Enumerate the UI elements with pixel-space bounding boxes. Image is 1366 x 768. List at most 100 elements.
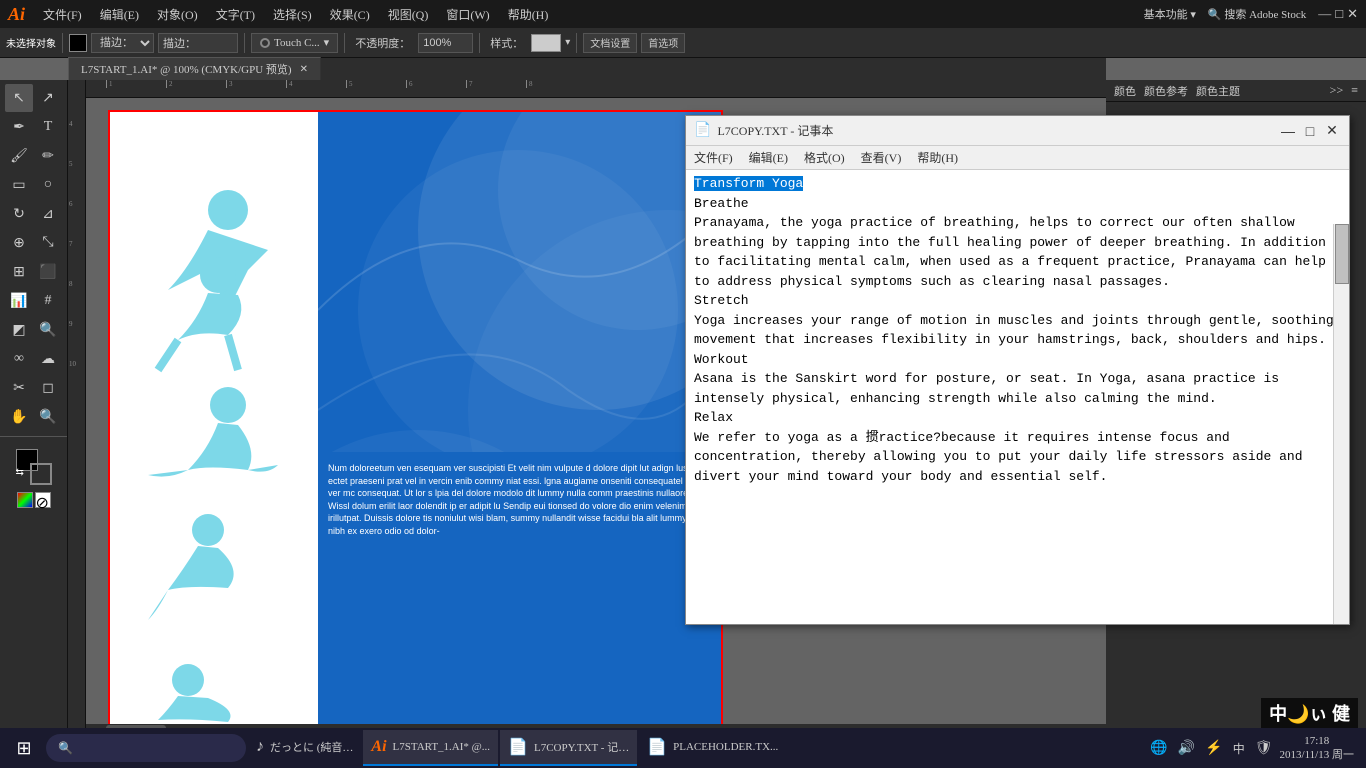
taskbar-notepad2[interactable]: 📄 PLACEHOLDER.TX... [639,730,786,766]
notepad2-label: PLACEHOLDER.TX... [673,741,778,753]
tray-time[interactable]: 17:18 2013/11/13 周一 [1280,734,1354,763]
tab-close-btn[interactable]: ✕ [300,64,308,75]
pen-tool[interactable]: ✒ [5,113,33,141]
divider2 [244,33,245,53]
scale-tool[interactable]: ⊿ [34,200,62,228]
document-tab[interactable]: L7START_1.AI* @ 100% (CMYK/GPU 预览) ✕ [68,57,321,80]
tool-row-blend2: ∞ ☁ [5,345,62,373]
notepad-menu-file[interactable]: 文件(F) [694,149,733,166]
slice-tool[interactable]: ✂ [5,374,33,402]
ai-logo: Ai [8,4,25,25]
gradient-tool[interactable]: ◩ [5,316,33,344]
tool-row-gradient: ◩ 🔍 [5,316,62,344]
stroke-box[interactable] [30,463,52,485]
preferences-button[interactable]: 首选项 [641,33,685,53]
symbol-spray[interactable]: ☁ [34,345,62,373]
direct-select-tool[interactable]: ↗ [34,84,62,112]
doc-settings-button[interactable]: 文档设置 [583,33,637,53]
notepad-close-btn[interactable]: ✕ [1323,122,1341,140]
mesh-tool[interactable]: # [34,287,62,315]
menu-file[interactable]: 文件(F) [35,4,90,25]
type-tool[interactable]: T [34,113,62,141]
zoom-tool[interactable]: 🔍 [34,403,62,431]
ime-text: 中🌙ぃ 健 [1269,704,1350,724]
menu-text[interactable]: 文字(T) [208,4,263,25]
fill-color[interactable] [69,34,87,52]
rectangle-tool[interactable]: ▭ [5,171,33,199]
taskbar-search[interactable]: 🔍 [46,734,246,762]
tray-input-method[interactable]: 中 [1230,740,1248,757]
menu-view[interactable]: 视图(Q) [380,4,437,25]
taskbar-dakotonni[interactable]: ♪ だっとに (純音… [248,730,361,766]
none-mode-btn[interactable]: ⊘ [35,492,51,508]
notepad-restore-btn[interactable]: □ [1301,122,1319,140]
notepad-menu-help[interactable]: 帮助(H) [917,149,958,166]
restore-btn[interactable]: □ [1335,6,1343,22]
tray-volume[interactable]: 🔊 [1175,740,1198,757]
start-button[interactable]: ⊞ [4,730,44,766]
ruler-tick: 1 [106,80,113,88]
close-btn[interactable]: ✕ [1347,6,1358,22]
taskbar-notepad1[interactable]: 📄 L7COPY.TXT - 记… [500,730,637,766]
eraser-tool[interactable]: ◻ [34,374,62,402]
color-mode-btn[interactable] [17,492,33,508]
color-guide-btn[interactable]: 颜色参考 [1144,83,1188,99]
taskbar-illustrator[interactable]: Ai L7START_1.AI* @... [363,730,498,766]
free-transform[interactable]: ⤡ [34,229,62,257]
notepad-icon: 📄 [694,122,711,139]
touch-button[interactable]: Touch C... ▾ [251,33,338,53]
notepad-window-buttons: — □ ✕ [1279,122,1341,140]
lorem-text-content: Num doloreetum ven esequam ver suscipist… [324,458,717,542]
hand-tool[interactable]: ✋ [5,403,33,431]
tray-network[interactable]: 🌐 [1147,740,1170,757]
touch-arrow: ▾ [324,36,330,49]
color-theme-btn[interactable]: 颜色主题 [1196,83,1240,99]
notepad-scrollbar[interactable] [1333,224,1349,624]
column-graph[interactable]: 📊 [5,287,33,315]
color-panel-btn[interactable]: 颜色 [1114,83,1136,99]
shape-builder[interactable]: ⊞ [5,258,33,286]
eyedropper[interactable]: 🔍 [34,316,62,344]
minimize-btn[interactable]: — [1318,6,1331,22]
paintbrush-tool[interactable]: 🖌 [5,142,33,170]
touch-icon [260,38,270,48]
dakotonni-label: だっとに (純音… [270,739,353,755]
menu-object[interactable]: 对象(O) [149,4,206,25]
divider3 [344,33,345,53]
live-paint[interactable]: ⬛ [34,258,62,286]
stroke-select[interactable]: 描边： [91,33,154,53]
tool-row-select: ↖ ↗ [5,84,62,112]
stock-search[interactable]: 🔍 搜索 Adobe Stock [1208,6,1306,22]
menu-edit[interactable]: 编辑(E) [92,4,147,25]
ellipse-tool[interactable]: ○ [34,171,62,199]
notepad1-label: L7COPY.TXT - 记… [534,739,629,755]
menu-select[interactable]: 选择(S) [265,4,320,25]
yoga-pose-3 [148,387,278,477]
stroke-value[interactable] [158,33,238,53]
panels-expand-btn[interactable]: >> [1330,83,1344,98]
notepad-window: 📄 L7COPY.TXT - 记事本 — □ ✕ 文件(F) 编辑(E) 格式(… [685,115,1350,625]
blend-tool[interactable]: ∞ [5,345,33,373]
menu-help[interactable]: 帮助(H) [500,4,557,25]
notepad-minimize-btn[interactable]: — [1279,122,1297,140]
tray-antivirus[interactable]: 🛡 [1252,740,1276,757]
selection-tool[interactable]: ↖ [5,84,33,112]
panels-menu-btn[interactable]: ≡ [1351,83,1358,98]
ruler-tick: 5 [346,80,353,88]
menu-effect[interactable]: 效果(C) [322,4,378,25]
warp-tool[interactable]: ⊕ [5,229,33,257]
scrollbar-thumb[interactable] [1335,224,1349,284]
notepad-menu-edit[interactable]: 编辑(E) [749,149,788,166]
notepad-content[interactable]: Transform Yoga Breathe Pranayama, the yo… [686,170,1349,624]
tray-battery[interactable]: ⚡ [1202,740,1225,757]
tool-row-shape: ▭ ○ [5,171,62,199]
opacity-input[interactable] [418,33,473,53]
rotate-tool[interactable]: ↻ [5,200,33,228]
menu-window[interactable]: 窗口(W) [438,4,497,25]
notepad-menu-view[interactable]: 查看(V) [861,149,902,166]
pencil-tool[interactable]: ✏ [34,142,62,170]
swap-colors[interactable]: ⇆ [16,467,24,478]
color-mode-row: ⊘ [17,492,51,508]
notepad-menu-format[interactable]: 格式(O) [804,149,845,166]
ruler-tick: 7 [466,80,473,88]
